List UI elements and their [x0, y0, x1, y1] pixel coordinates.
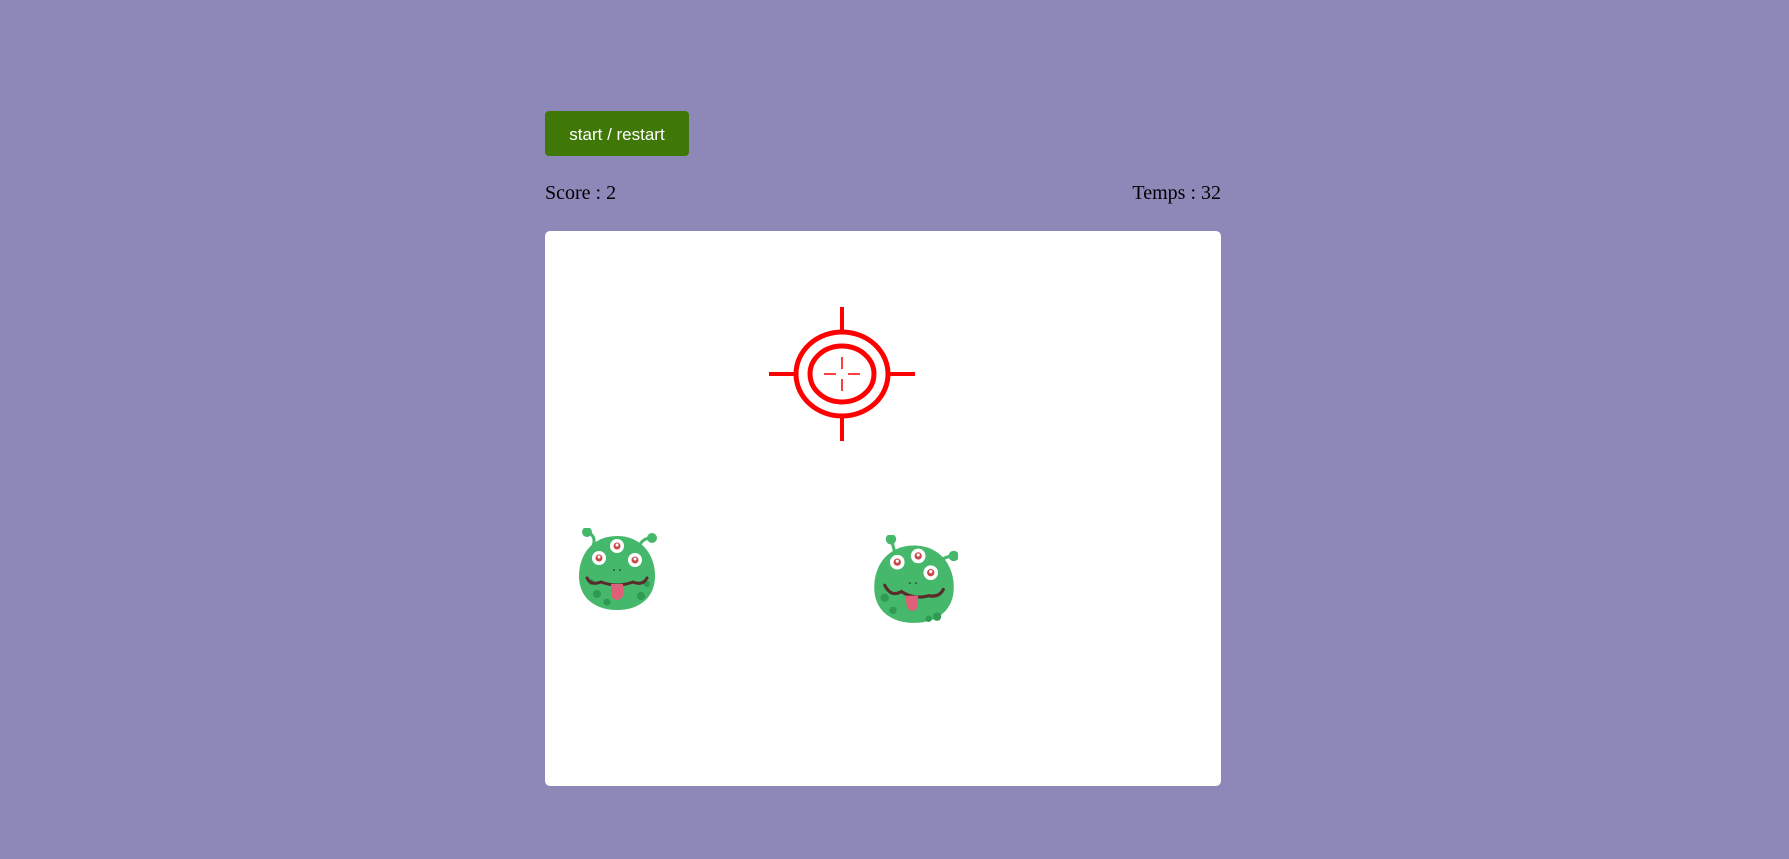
alien-icon[interactable] [577, 528, 657, 614]
start-restart-button[interactable]: start / restart [545, 111, 689, 156]
score-display: Score : 2 [545, 182, 617, 204]
game-container: start / restart Score : 2 Temps : 32 [545, 111, 1221, 786]
alien-icon[interactable] [870, 535, 958, 625]
stats-bar: Score : 2 Temps : 32 [545, 182, 1221, 206]
crosshair-icon [769, 307, 915, 441]
time-display: Temps : 32 [1132, 182, 1221, 204]
play-area[interactable] [545, 231, 1221, 786]
